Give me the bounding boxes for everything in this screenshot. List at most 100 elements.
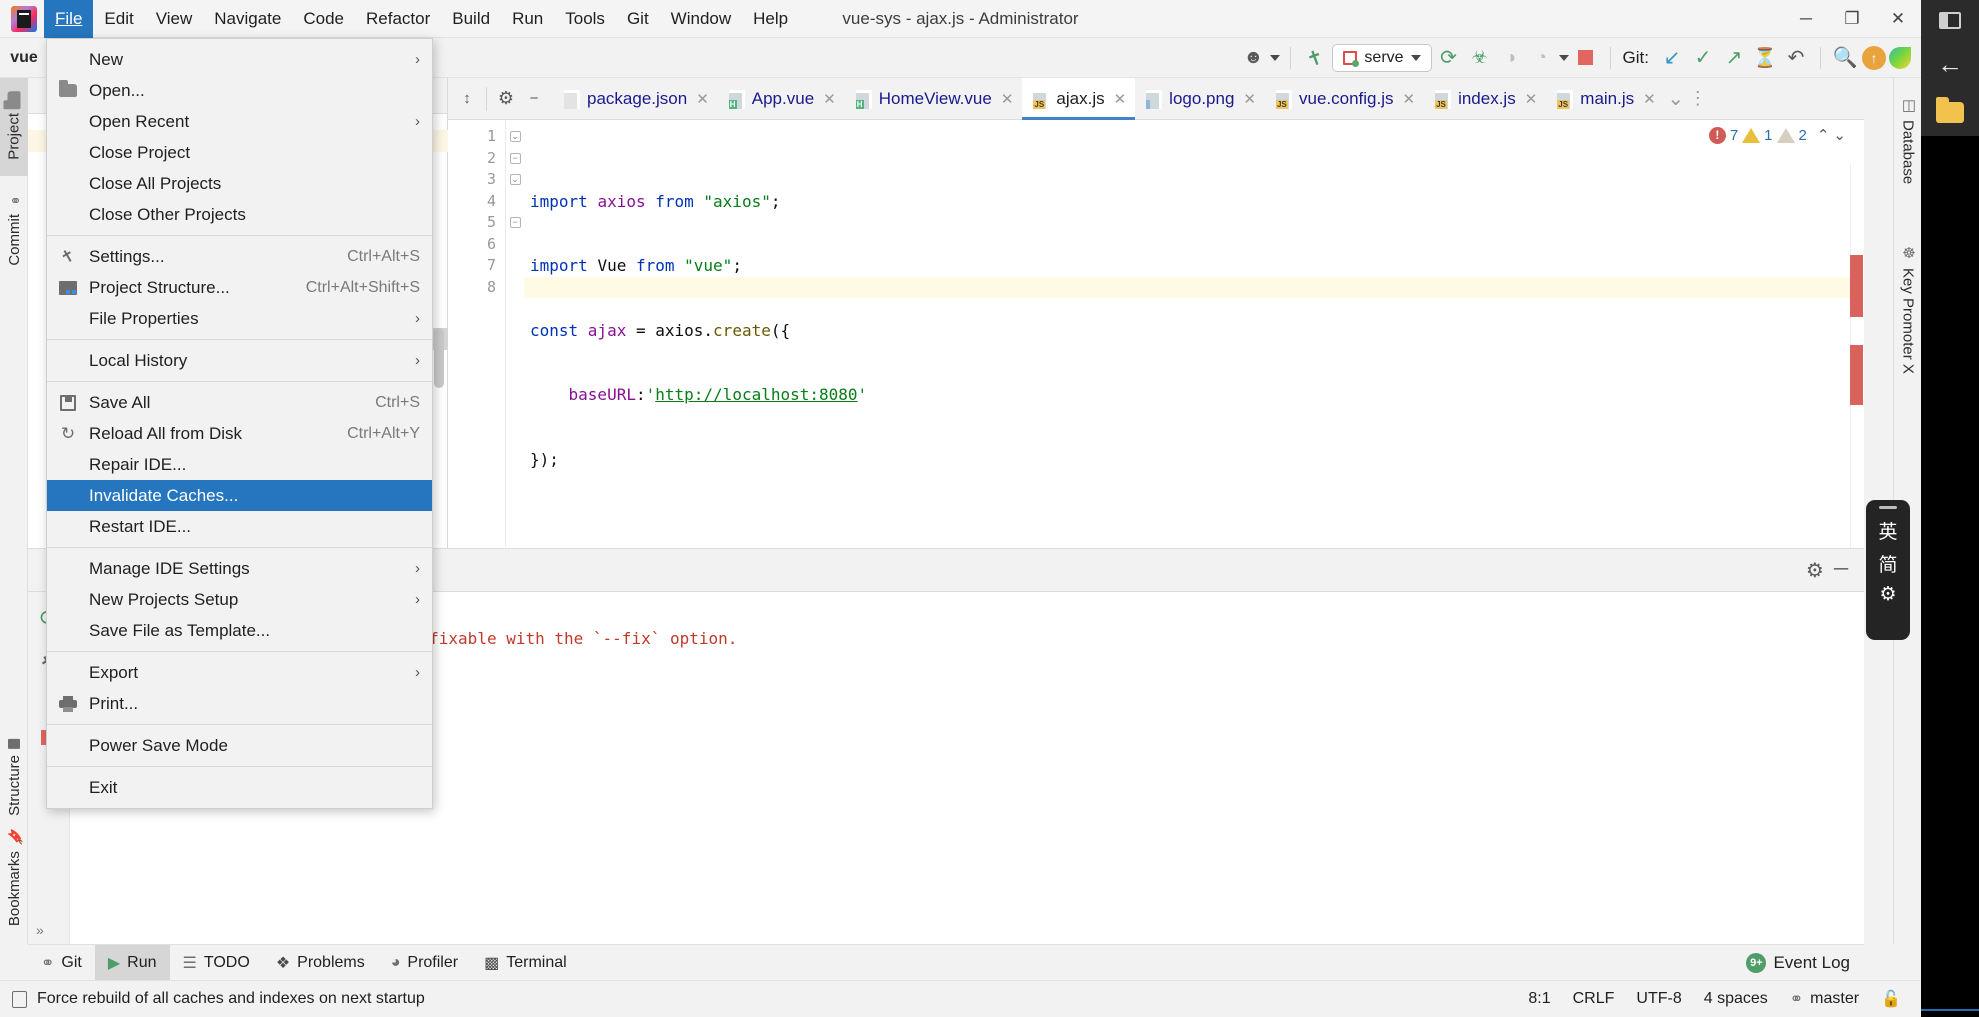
menu-item-project-structure[interactable]: Project Structure... Ctrl+Alt+Shift+S [47, 272, 432, 303]
error-stripe-marker-bar[interactable] [1850, 163, 1864, 590]
error-stripe-mark[interactable] [1850, 345, 1863, 405]
close-icon[interactable]: ✕ [823, 90, 836, 108]
collapse-all-icon[interactable]: ↕ [454, 86, 480, 112]
tab-ajax-js[interactable]: JS ajax.js ✕ [1022, 78, 1136, 120]
menu-git[interactable]: Git [616, 0, 660, 38]
minimize-button[interactable]: ─ [1783, 0, 1829, 38]
close-icon[interactable]: ✕ [1243, 90, 1256, 108]
menu-item-file-properties[interactable]: File Properties › [47, 303, 432, 334]
tab-package-json[interactable]: package.json ✕ [553, 78, 718, 120]
git-branch-widget[interactable]: ⚭ master [1790, 989, 1859, 1009]
indent-setting[interactable]: 4 spaces [1704, 990, 1768, 1008]
hide-icon[interactable]: ─ [1834, 558, 1848, 583]
tab-app-vue[interactable]: H App.vue ✕ [718, 78, 845, 120]
taskview-button[interactable] [1921, 0, 1979, 40]
tab-main-js[interactable]: JS main.js ✕ [1546, 78, 1664, 120]
menu-item-invalidate-caches[interactable]: Invalidate Caches... [47, 480, 432, 511]
ime-settings-gear-icon[interactable]: ⚙ [1879, 583, 1896, 605]
file-encoding[interactable]: UTF-8 [1636, 990, 1681, 1008]
gear-icon[interactable]: ⚙ [1806, 558, 1824, 583]
menu-item-restart-ide[interactable]: Restart IDE... [47, 511, 432, 542]
menu-item-close-project[interactable]: Close Project [47, 137, 432, 168]
sidebar-item-project[interactable]: Project [0, 78, 28, 176]
menu-item-exit[interactable]: Exit [47, 772, 432, 803]
close-icon[interactable]: ✕ [1001, 90, 1014, 108]
error-stripe-mark[interactable] [1850, 255, 1863, 317]
tab-vue-config-js[interactable]: JS vue.config.js ✕ [1265, 78, 1424, 120]
ime-language-label[interactable]: 英 [1878, 517, 1897, 544]
menu-item-new-projects-setup[interactable]: New Projects Setup › [47, 584, 432, 615]
inspection-collapse-icon[interactable]: ⌃ [1817, 126, 1830, 144]
menu-item-close-other-projects[interactable]: Close Other Projects [47, 199, 432, 230]
file-menu-popup[interactable]: New › Open... Open Recent › Close Projec… [46, 38, 433, 809]
menu-item-open-recent[interactable]: Open Recent › [47, 106, 432, 137]
account-chevron-down-icon[interactable] [1270, 54, 1281, 61]
updates-icon[interactable]: ↑ [1862, 45, 1886, 70]
ime-mode-label[interactable]: 简 [1878, 550, 1897, 577]
line-separator[interactable]: CRLF [1573, 990, 1615, 1008]
gear-icon[interactable]: ⚙ [493, 86, 519, 112]
menu-file[interactable]: File [44, 0, 94, 38]
menu-item-settings[interactable]: ✝ Settings... Ctrl+Alt+S [47, 241, 432, 272]
menu-item-new[interactable]: New › [47, 44, 432, 75]
menu-item-close-all-projects[interactable]: Close All Projects [47, 168, 432, 199]
file-explorer-button[interactable] [1921, 88, 1979, 136]
menu-item-open[interactable]: Open... [47, 75, 432, 106]
code-folding-gutter[interactable]: ⌄ − ⌄ − [506, 120, 524, 547]
lock-icon[interactable]: 🔓 [1881, 989, 1901, 1009]
inspection-widget[interactable]: ! 7 1 2 ⌃ ⌄ [1708, 126, 1846, 144]
debug-icon[interactable]: ☣ [1466, 44, 1494, 72]
project-widget[interactable]: vue [0, 49, 44, 67]
caret-position[interactable]: 8:1 [1528, 990, 1550, 1008]
close-icon[interactable]: ✕ [1525, 90, 1538, 108]
run-with-coverage-icon[interactable]: ◑ [1497, 44, 1525, 72]
sidebar-item-key-promoter[interactable]: ☸ Key Promoter X [1894, 194, 1922, 384]
fold-marker[interactable]: ⌄ [506, 126, 524, 148]
sidebar-item-database[interactable]: ◫ Database [1894, 78, 1922, 194]
menu-window[interactable]: Window [660, 0, 742, 38]
menu-refactor[interactable]: Refactor [355, 0, 441, 38]
tab-terminal[interactable]: ▩ Terminal [471, 945, 580, 981]
search-everywhere-icon[interactable]: 🔍 [1831, 44, 1859, 72]
close-icon[interactable]: ✕ [696, 90, 709, 108]
menu-run[interactable]: Run [501, 0, 554, 38]
tab-run[interactable]: ▶ Run [94, 944, 170, 981]
menu-item-save-file-as-template[interactable]: Save File as Template... [47, 615, 432, 646]
rollback-icon[interactable]: ↶ [1782, 44, 1810, 72]
event-log-button[interactable]: 9+ Event Log [1746, 952, 1864, 973]
ide-feature-trainer-icon[interactable] [1889, 46, 1911, 69]
menu-help[interactable]: Help [742, 0, 799, 38]
tab-git[interactable]: ⚭ Git [28, 945, 95, 981]
ime-floating-widget[interactable]: 英 简 ⚙ [1866, 500, 1910, 640]
ime-collapse-icon[interactable] [1879, 506, 1897, 509]
build-hammer-icon[interactable]: ✝ [1297, 40, 1333, 76]
run-configuration-selector[interactable]: serve [1332, 43, 1432, 72]
git-update-icon[interactable]: ↙ [1658, 44, 1686, 72]
sidebar-item-commit[interactable]: Commit ⚭ [0, 176, 28, 282]
sidebar-item-structure[interactable]: Structure [0, 729, 28, 826]
menu-build[interactable]: Build [441, 0, 501, 38]
code-text[interactable]: import axios from "axios"; import Vue fr… [524, 120, 1864, 598]
tab-index-js[interactable]: JS index.js ✕ [1424, 78, 1546, 120]
close-icon[interactable]: ✕ [1643, 90, 1656, 108]
menu-item-local-history[interactable]: Local History › [47, 345, 432, 376]
account-icon[interactable]: ☻ [1239, 44, 1267, 72]
sidebar-item-bookmarks[interactable]: Bookmarks 🔖 [0, 818, 28, 936]
menu-item-print[interactable]: Print... [47, 688, 432, 719]
menu-item-export[interactable]: Export › [47, 657, 432, 688]
menu-item-save-all[interactable]: Save All Ctrl+S [47, 387, 432, 418]
git-commit-icon[interactable]: ✓ [1689, 44, 1717, 72]
profiler-icon[interactable]: ◔ [1528, 44, 1556, 72]
project-scrollbar[interactable] [434, 328, 444, 388]
run-icon[interactable]: ⟳ [1435, 44, 1463, 72]
maximize-button[interactable]: ❐ [1829, 0, 1875, 38]
back-button[interactable]: ← [1921, 40, 1979, 88]
code-editor[interactable]: 1 2 3 4 5 6 7 8 ⌄ − ⌄ − import axios fro… [448, 120, 1864, 598]
hide-panel-icon[interactable]: − [521, 86, 547, 112]
close-icon[interactable]: ✕ [1114, 90, 1127, 108]
tab-profiler[interactable]: ◕ Profiler [378, 945, 471, 981]
menu-item-power-save-mode[interactable]: Power Save Mode [47, 730, 432, 761]
fold-marker[interactable]: − [506, 148, 524, 170]
menu-view[interactable]: View [145, 0, 204, 38]
tab-more-options-icon[interactable]: ⋮ [1687, 78, 1709, 119]
